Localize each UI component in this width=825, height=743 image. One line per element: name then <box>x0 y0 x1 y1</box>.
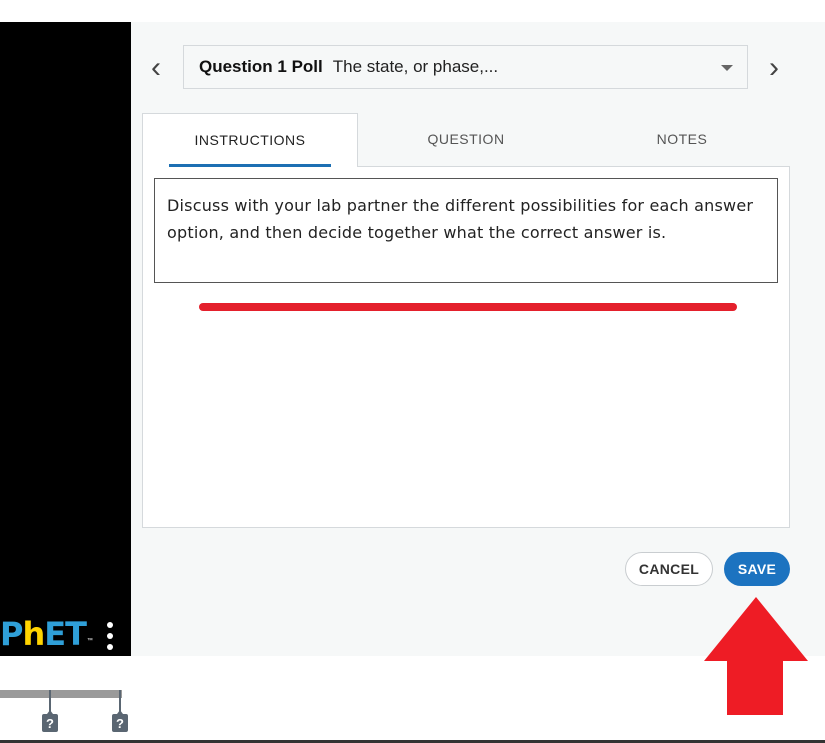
chevron-left-icon[interactable]: ‹ <box>144 51 168 84</box>
help-tag-icon[interactable]: ? <box>42 710 58 732</box>
annotation-underline <box>199 303 737 311</box>
tab-notes[interactable]: NOTES <box>574 113 790 167</box>
phet-logo-et: ET <box>44 615 87 653</box>
phet-logo-h: h <box>22 615 45 653</box>
kebab-menu-icon[interactable] <box>106 622 114 650</box>
phet-logo-tm: ™ <box>86 638 93 644</box>
instructions-textarea[interactable]: Discuss with your lab partner the differ… <box>154 178 778 283</box>
phet-logo[interactable]: PhET ™ <box>0 616 93 652</box>
chevron-right-icon[interactable]: › <box>762 51 786 84</box>
red-up-arrow-icon <box>704 597 808 661</box>
simulation-panel <box>0 22 131 656</box>
save-button[interactable]: SAVE <box>724 552 790 586</box>
caret-down-icon <box>721 65 733 71</box>
red-up-arrow-shaft <box>727 660 783 715</box>
help-tag-icon[interactable]: ? <box>112 710 128 732</box>
active-tab-indicator <box>169 164 331 167</box>
question-select[interactable]: Question 1 Poll The state, or phase,... <box>183 45 748 89</box>
phet-logo-p: P <box>0 615 23 653</box>
timeline-track <box>0 690 122 698</box>
tab-instructions[interactable]: INSTRUCTIONS <box>142 113 358 167</box>
question-preview: The state, or phase,... <box>332 57 499 76</box>
question-label: Question 1 Poll <box>199 57 323 76</box>
cancel-button[interactable]: CANCEL <box>625 552 713 586</box>
tab-question[interactable]: QUESTION <box>358 113 574 167</box>
top-strip <box>0 0 825 22</box>
